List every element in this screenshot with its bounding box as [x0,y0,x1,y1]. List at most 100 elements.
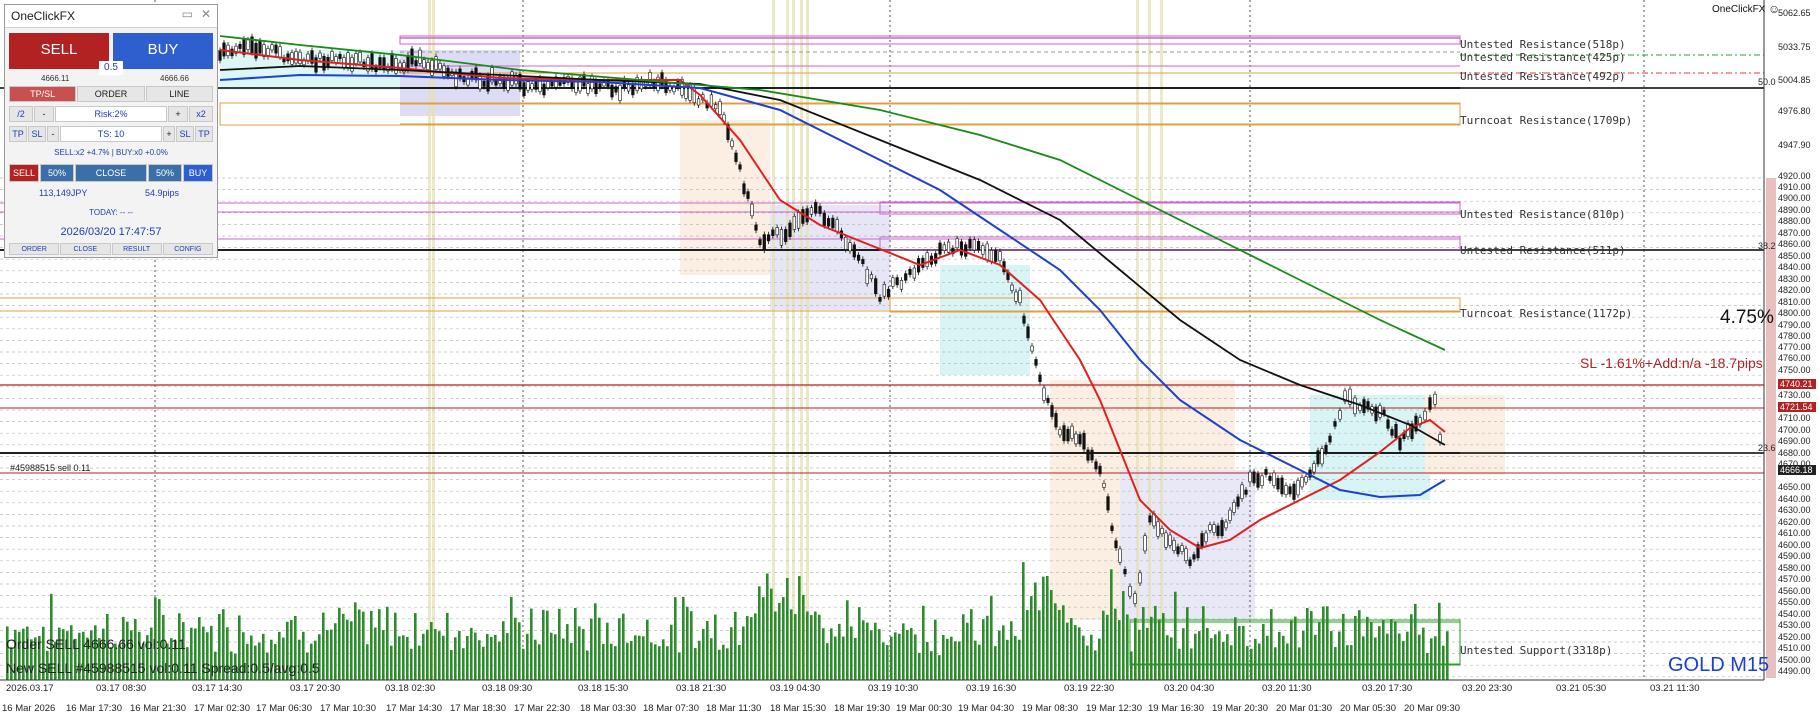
candle-body [874,278,878,295]
ts-minus-button[interactable]: - [47,126,59,142]
double-lot-button[interactable]: x2 [189,106,213,122]
config-footer-button[interactable]: CONFIG [162,243,213,255]
price-chart[interactable] [0,0,1820,720]
candle-body [792,215,796,230]
close-footer-button[interactable]: CLOSE [60,243,111,255]
sell-close-button[interactable]: SELL [9,164,39,182]
candle-body [886,288,891,298]
panel-titlebar[interactable]: OneClickFX ▭ ✕ [5,5,217,28]
close-icon[interactable]: ✕ [201,7,211,21]
volume-bar [866,622,869,680]
volume-bar [554,634,557,680]
candle-body [1296,480,1300,496]
tab-line[interactable]: LINE [145,86,213,102]
buy-half-button[interactable]: 50% [148,164,182,182]
volume-bar [1354,615,1357,680]
volume-bar [470,627,473,680]
volume-bar [1322,606,1325,680]
volume-bar [1022,562,1025,680]
panel-datetime: 2026/03/20 17:47:57 [60,226,162,238]
candle-body [274,44,278,54]
tab-tp-sl[interactable]: TP/SL [9,86,77,102]
plus-risk-button[interactable]: + [168,106,188,122]
volume-bar [1058,609,1061,680]
volume-bar [1162,613,1165,680]
sell-half-button[interactable]: 50% [40,164,74,182]
candle-body [955,238,959,249]
sl-left-button[interactable]: SL [28,126,46,142]
volume-bar [594,603,597,680]
candle-body [750,203,754,217]
price-tick: 4610.00 [1778,528,1811,538]
volume-bar [630,641,633,680]
volume-bar [1070,618,1073,680]
tp-left-button[interactable]: TP [9,126,27,142]
volume-bar [1406,631,1409,680]
volume-bar [1382,620,1385,680]
volume-bar [854,637,857,680]
volume-bar [934,619,937,680]
volume-bar [574,607,577,680]
vertical-grid [154,0,1645,680]
candle-body [338,54,342,59]
close-all-button[interactable]: CLOSE [75,164,147,182]
volume-bar [582,629,585,680]
volume-bar [446,612,449,680]
tp-right-button[interactable]: TP [195,126,213,142]
volume-bar [1062,605,1065,680]
volume-bar [442,635,445,680]
candle-body [334,56,338,63]
volume-bar [542,609,545,680]
sl-right-button[interactable]: SL [176,126,194,142]
volume-bar [1254,638,1257,680]
volume-bar [390,645,393,680]
candle-body [865,269,869,284]
time-tick-upper: 03.17 14:30 [192,683,243,694]
time-tick-upper: 03.20 11:30 [1262,683,1312,694]
volume-bar [1374,637,1377,680]
volume-bar [802,594,805,680]
time-tick-lower: 16 Mar 17:30 [66,703,122,714]
price-tick: 4976.80 [1778,106,1811,116]
volume-bar [1318,622,1321,680]
volume-bar [466,635,469,680]
oneclick-panel[interactable]: OneClickFX ▭ ✕ SELL BUY 0.5 4666.11 4666… [4,4,218,258]
volume-bar [742,626,745,680]
volume-bar [366,644,369,680]
volume-bar [890,636,893,680]
price-tick: 4760.00 [1778,353,1811,363]
candle-body [835,219,839,232]
candle-body [1102,482,1106,488]
volume-bar [1210,638,1213,680]
volume-bar [1298,647,1301,680]
minimize-icon[interactable]: ▭ [182,7,193,21]
candle-body [981,245,985,255]
candle-body [1046,397,1050,403]
candle-body [976,241,981,251]
volume-bar [1102,610,1105,680]
tab-order[interactable]: ORDER [77,86,145,102]
order-footer-button[interactable]: ORDER [9,243,60,255]
candle-body [422,59,426,69]
volume-bar [998,630,1001,680]
price-tick: 4810.00 [1778,297,1811,307]
volume-bar [1378,626,1381,680]
volume-bar [774,611,777,680]
volume-bar [762,597,765,680]
result-footer-button[interactable]: RESULT [111,243,162,255]
risk-value[interactable]: Risk:2% [55,106,167,122]
volume-bar [942,634,945,680]
price-tick: 4530.00 [1778,620,1811,630]
candle-body [618,84,622,101]
buy-button[interactable]: BUY [113,33,213,69]
half-lot-button[interactable]: /2 [9,106,33,122]
price-tick: 4510.00 [1778,643,1811,653]
lot-size[interactable]: 0.5 [99,61,123,75]
volume-bar [1398,633,1401,680]
trailing-stop-value[interactable]: TS: 10 [60,126,162,142]
buy-close-button[interactable]: BUY [183,164,213,182]
minus-risk-button[interactable]: - [34,106,54,122]
sell-button[interactable]: SELL [9,33,109,69]
candle-body [1106,496,1110,511]
ts-plus-button[interactable]: + [163,126,175,142]
